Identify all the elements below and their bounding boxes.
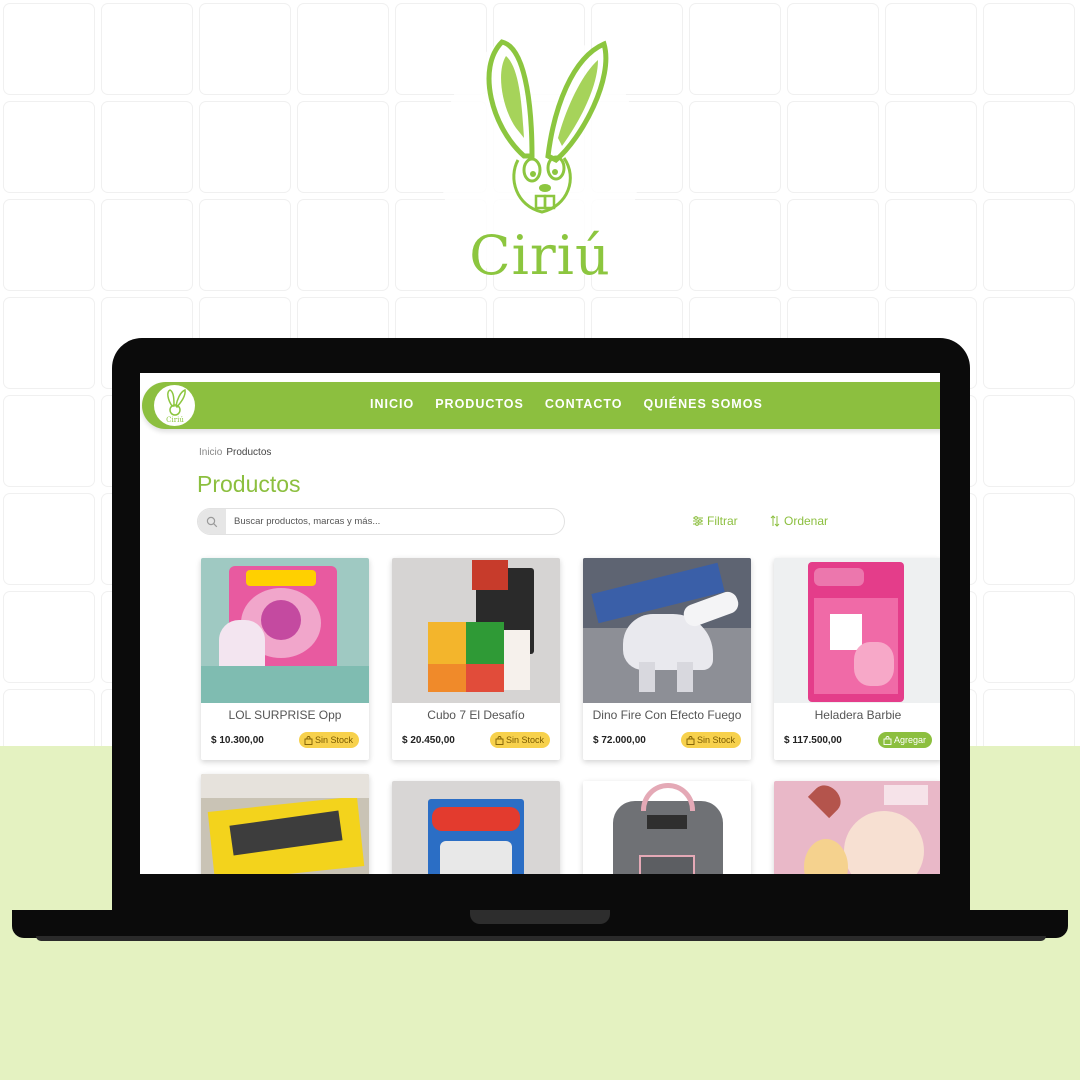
product-image (201, 558, 369, 703)
add-to-cart-button[interactable]: Agregar (877, 732, 932, 748)
breadcrumb-current: Productos (226, 447, 272, 458)
product-card[interactable]: Dino Fire Con Efecto Fuego $ 72.000,00 S… (583, 558, 751, 760)
bag-icon (304, 735, 313, 745)
search-bar (197, 508, 565, 535)
brand-name: Ciriú (469, 224, 611, 287)
laptop-notch (470, 910, 610, 924)
product-name: Cubo 7 El Desafío (427, 708, 525, 722)
product-card[interactable] (583, 781, 751, 874)
product-footer: $ 72.000,00 Sin Stock (593, 732, 741, 748)
product-footer: $ 10.300,00 Sin Stock (211, 732, 359, 748)
product-image (774, 781, 940, 874)
breadcrumb-home[interactable]: Inicio (199, 447, 222, 458)
product-price: $ 20.450,00 (402, 734, 455, 746)
product-card[interactable] (392, 781, 560, 874)
product-image (583, 558, 751, 703)
out-of-stock-badge: Sin Stock (680, 732, 741, 748)
product-card[interactable]: LOL SURPRISE Opp $ 10.300,00 Sin Stock (201, 558, 369, 760)
breadcrumb: Inicio Productos (199, 447, 271, 458)
nav-link-productos[interactable]: PRODUCTOS (435, 397, 524, 411)
product-image (392, 781, 560, 874)
nav-link-inicio[interactable]: INICIO (370, 397, 414, 411)
laptop-base-edge (36, 936, 1046, 941)
product-price: $ 10.300,00 (211, 734, 264, 746)
product-price: $ 72.000,00 (593, 734, 646, 746)
product-image (392, 558, 560, 703)
product-card[interactable]: Heladera Barbie $ 117.500,00 Agregar (774, 558, 940, 760)
filter-button[interactable]: Filtrar (692, 514, 738, 528)
product-footer: $ 117.500,00 Agregar (784, 732, 932, 748)
nav-link-contacto[interactable]: CONTACTO (545, 397, 623, 411)
sort-arrows-icon (770, 515, 780, 527)
product-footer: $ 20.450,00 Sin Stock (402, 732, 550, 748)
svg-text:Ciriú: Ciriú (166, 416, 184, 424)
search-icon[interactable] (198, 509, 226, 534)
rabbit-logo-icon: Ciriú (166, 388, 186, 424)
product-name: Heladera Barbie (814, 708, 902, 722)
navbar: Ciriú INICIO PRODUCTOS CONTACTO QUIÉNES … (142, 382, 940, 429)
product-card[interactable] (774, 781, 940, 874)
product-card[interactable]: Cubo 7 El Desafío $ 20.450,00 Sin Stock (392, 558, 560, 760)
product-image (201, 774, 369, 874)
laptop-screen: Ciriú INICIO PRODUCTOS CONTACTO QUIÉNES … (140, 373, 940, 874)
product-name: Dino Fire Con Efecto Fuego (592, 708, 742, 722)
sort-button[interactable]: Ordenar (769, 514, 828, 528)
nav-link-quienes-somos[interactable]: QUIÉNES SOMOS (644, 397, 763, 411)
product-image (774, 558, 940, 703)
page-title: Productos (197, 471, 301, 497)
bag-icon (686, 735, 695, 745)
out-of-stock-badge: Sin Stock (298, 732, 359, 748)
filter-label: Filtrar (707, 514, 738, 528)
nav-links: INICIO PRODUCTOS CONTACTO QUIÉNES SOMOS (370, 397, 763, 411)
bag-icon (495, 735, 504, 745)
product-price: $ 117.500,00 (784, 734, 842, 746)
product-image (583, 781, 751, 874)
out-of-stock-badge: Sin Stock (489, 732, 550, 748)
product-name: LOL SURPRISE Opp (228, 708, 342, 722)
product-card[interactable] (201, 774, 369, 874)
search-input[interactable] (226, 509, 564, 534)
nav-logo[interactable]: Ciriú (154, 385, 195, 426)
sliders-icon (693, 516, 703, 526)
bag-icon (883, 735, 892, 745)
sort-label: Ordenar (784, 514, 829, 528)
brand-logo: Ciriú (432, 28, 648, 290)
